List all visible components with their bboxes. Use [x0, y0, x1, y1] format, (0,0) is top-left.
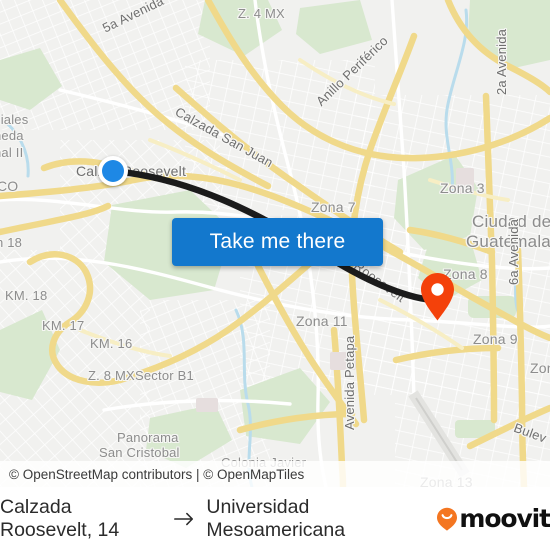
destination-pin[interactable]: [419, 272, 456, 322]
map-attribution: © OpenStreetMap contributors | © OpenMap…: [0, 461, 550, 487]
take-me-there-button[interactable]: Take me there: [172, 218, 383, 266]
route-footer: Calzada Roosevelt, 14 Universidad Mesoam…: [0, 487, 550, 550]
moovit-wordmark: moovit: [459, 504, 550, 533]
attribution-text: © OpenStreetMap contributors | © OpenMap…: [9, 466, 305, 482]
arrow-right-icon: [173, 512, 193, 525]
destination-pin-body: [421, 273, 454, 321]
origin-marker[interactable]: [98, 156, 128, 186]
take-me-there-label: Take me there: [209, 230, 346, 253]
moovit-pin-icon: [437, 507, 458, 531]
origin-marker-dot: [102, 160, 124, 182]
destination-pin-hole: [431, 283, 444, 296]
moovit-route-screen: 5a Avenida Z. 4 MX Calzada San Juan Anillo …: [0, 0, 550, 550]
footer-destination-label: Universidad Mesoamericana: [206, 495, 346, 541]
footer-origin-label: Calzada Roosevelt, 14: [0, 495, 120, 541]
moovit-logo: moovit: [436, 504, 550, 533]
